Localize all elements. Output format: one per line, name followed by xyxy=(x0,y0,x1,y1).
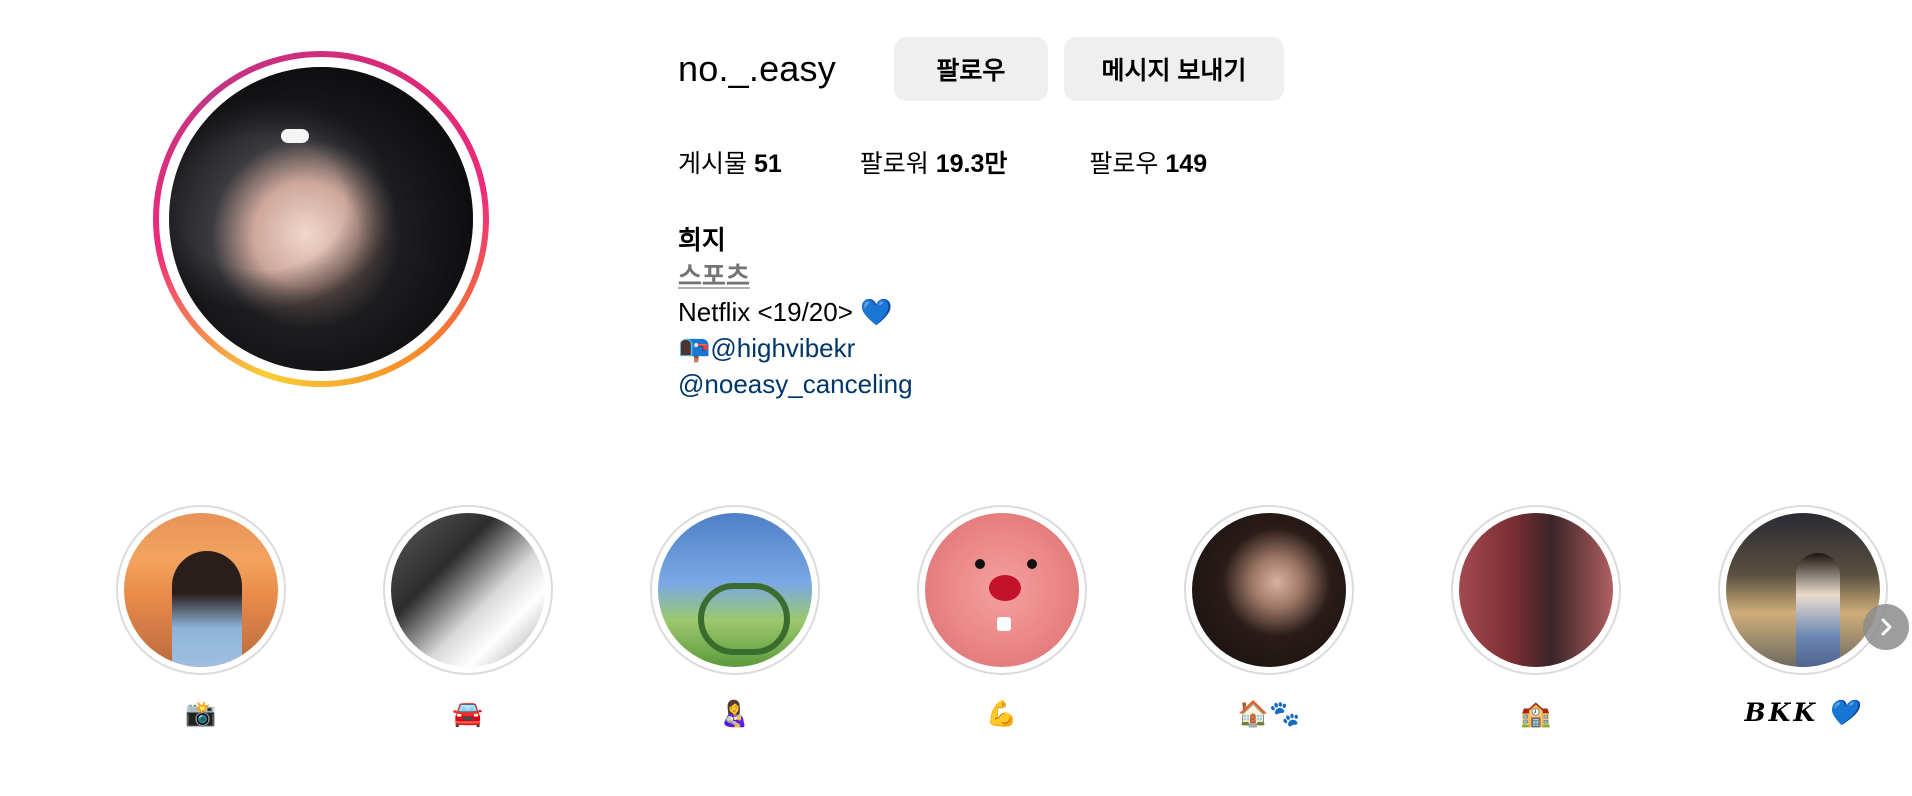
avatar-earbud xyxy=(281,129,309,143)
highlight-ring xyxy=(1718,505,1888,675)
highlight-ring xyxy=(650,505,820,675)
message-button[interactable]: 메시지 보내기 xyxy=(1063,37,1284,101)
highlight-ring xyxy=(116,505,286,675)
highlight-ring xyxy=(383,505,553,675)
bio-name: 희지 xyxy=(678,225,726,255)
highlight-ring xyxy=(917,505,1087,675)
bio-link-highvibekr[interactable]: @highvibekr xyxy=(710,333,855,363)
profile-title-row: no._.easy 팔로우 메시지 보내기 xyxy=(678,36,1300,102)
bio-link-noeasy-canceling[interactable]: @noeasy_canceling xyxy=(678,366,913,402)
highlight-item[interactable]: 𝑩𝑲𝑲 💙 xyxy=(1718,505,1888,731)
cover-nose xyxy=(989,575,1021,601)
highlight-item[interactable]: 👩‍🍼 xyxy=(650,505,820,731)
highlight-label: 🏠🐾 xyxy=(1237,700,1301,728)
stat-following[interactable]: 팔로우 149 xyxy=(1089,144,1207,180)
profile-stats: 게시물 51 팔로워 19.3만 팔로우 149 xyxy=(678,144,1285,180)
highlight-cover xyxy=(1459,513,1613,667)
highlight-label: 🏫 xyxy=(1520,700,1552,728)
story-highlights: 📸 🚘 👩‍🍼 💪 🏠🐾 🏫 𝑩𝑲𝑲 💙 xyxy=(116,505,1896,745)
highlight-item[interactable]: 🚘 xyxy=(383,505,553,731)
highlight-label: 𝑩𝑲𝑲 💙 xyxy=(1744,700,1862,727)
highlight-label: 🚘 xyxy=(452,700,484,728)
highlight-cover xyxy=(1726,513,1880,667)
highlight-item[interactable]: 🏠🐾 xyxy=(1184,505,1354,731)
highlight-cover xyxy=(658,513,812,667)
stat-posts-value: 51 xyxy=(753,150,782,178)
stat-posts-label: 게시물 xyxy=(678,150,748,178)
profile-bio: 희지 스포츠 Netflix <19/20> 💙 📭@highvibekr @n… xyxy=(678,222,913,402)
bio-category[interactable]: 스포츠 xyxy=(678,258,913,294)
profile-avatar[interactable] xyxy=(169,67,473,371)
stat-posts: 게시물 51 xyxy=(678,144,782,180)
highlight-label: 💪 xyxy=(986,700,1018,728)
highlight-ring xyxy=(1184,505,1354,675)
highlight-label: 👩‍🍼 xyxy=(719,700,751,728)
avatar-shading xyxy=(169,67,473,371)
highlight-cover xyxy=(391,513,545,667)
follow-button[interactable]: 팔로우 xyxy=(893,37,1048,101)
username: no._.easy xyxy=(678,48,836,89)
stat-followers-label: 팔로워 xyxy=(859,150,929,178)
mailbox-icon: 📭 xyxy=(678,333,711,363)
highlight-cover xyxy=(124,513,278,667)
avatar-gap xyxy=(159,57,483,381)
cover-eye xyxy=(1027,559,1037,569)
bio-mail-line: 📭@highvibekr xyxy=(678,330,913,366)
bio-line: Netflix <19/20> 💙 xyxy=(678,297,893,327)
stat-followers[interactable]: 팔로워 19.3만 xyxy=(860,144,1008,180)
highlight-item[interactable]: 📸 xyxy=(116,505,286,731)
profile-avatar-ring[interactable] xyxy=(153,51,489,387)
profile-header: no._.easy 팔로우 메시지 보내기 xyxy=(678,36,1300,102)
cover-eye xyxy=(975,559,985,569)
stat-followers-value: 19.3만 xyxy=(935,150,1008,178)
highlights-next-button[interactable] xyxy=(1863,604,1909,650)
stat-following-label: 팔로우 xyxy=(1089,150,1159,178)
chevron-right-icon xyxy=(1881,618,1892,636)
highlight-item[interactable]: 💪 xyxy=(917,505,1087,731)
highlight-label: 📸 xyxy=(185,700,217,728)
stat-following-value: 149 xyxy=(1165,150,1208,178)
cover-tooth xyxy=(997,617,1011,631)
highlight-ring xyxy=(1451,505,1621,675)
highlight-item[interactable]: 🏫 xyxy=(1451,505,1621,731)
highlight-cover xyxy=(925,513,1079,667)
highlight-cover xyxy=(1192,513,1346,667)
